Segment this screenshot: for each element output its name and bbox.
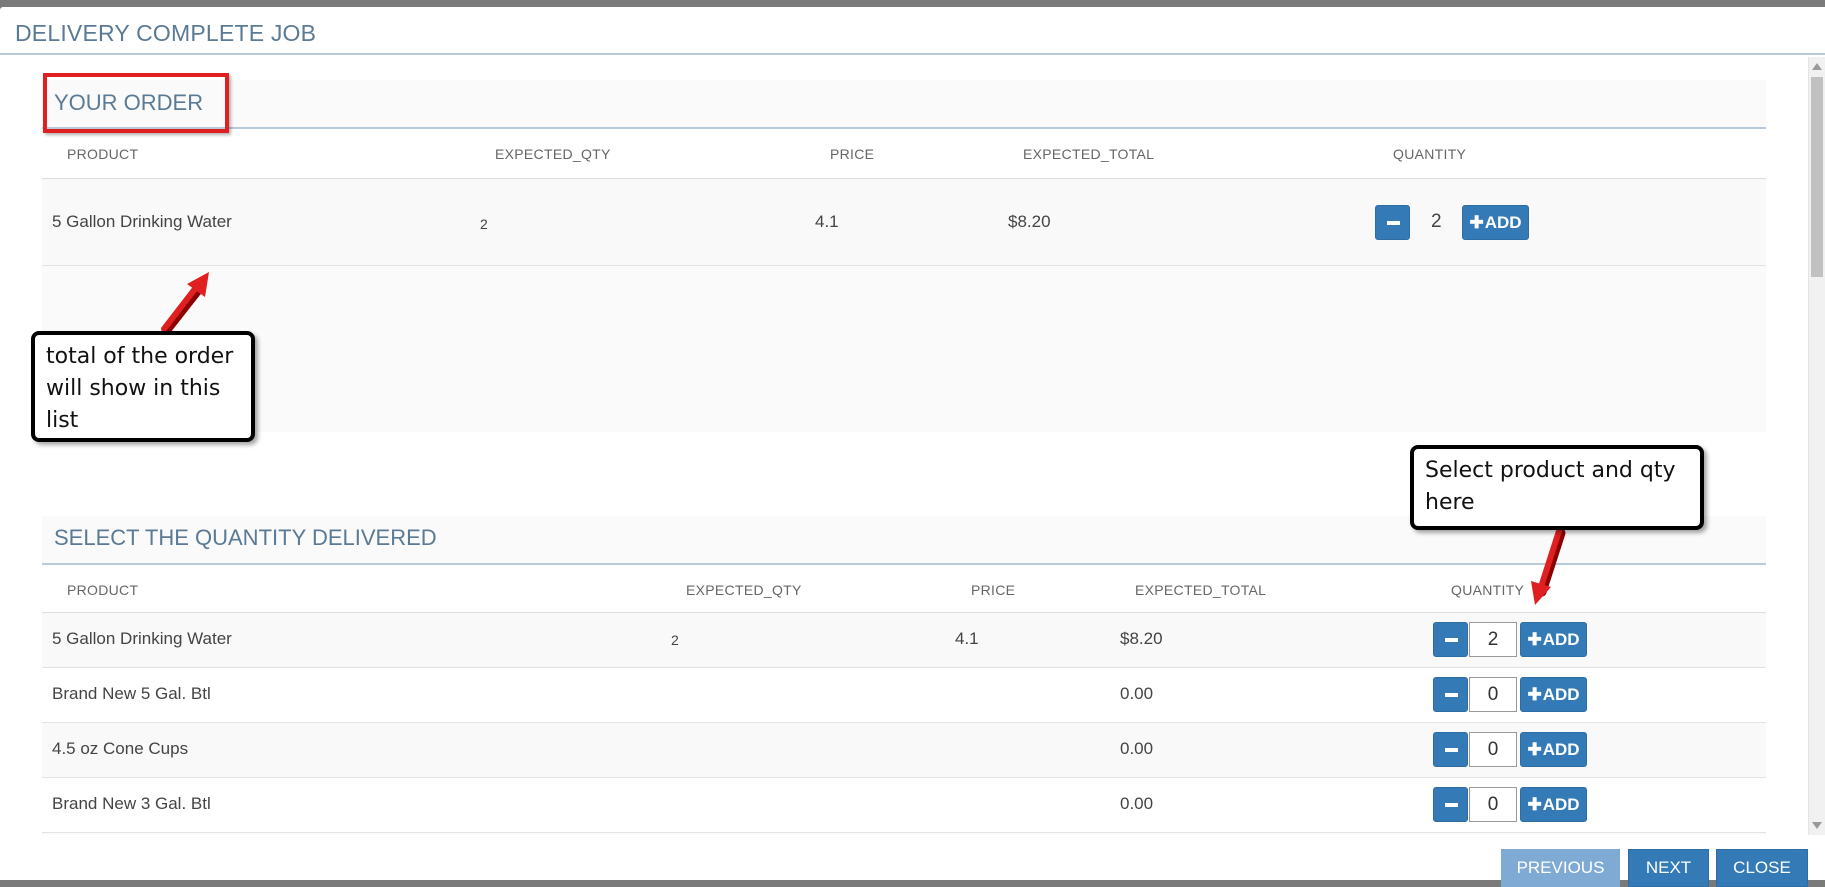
- vertical-scrollbar[interactable]: [1808, 57, 1825, 835]
- callout-order-total: total of the order will show in this lis…: [31, 331, 255, 442]
- modal-title: DELIVERY COMPLETE JOB: [15, 20, 317, 46]
- modal-body[interactable]: YOUR ORDER PRODUCT EXPECTED_QTY PRICE EX…: [0, 57, 1808, 835]
- callout-select-product: Select product and qty here: [1410, 445, 1704, 530]
- scroll-up-icon[interactable]: [1812, 63, 1822, 70]
- scrollbar-thumb[interactable]: [1811, 77, 1823, 277]
- close-button[interactable]: CLOSE: [1716, 849, 1808, 887]
- next-button[interactable]: NEXT: [1628, 849, 1709, 887]
- modal-header: DELIVERY COMPLETE JOB: [0, 7, 1825, 55]
- scroll-down-icon[interactable]: [1812, 822, 1822, 829]
- delivery-complete-modal: DELIVERY COMPLETE JOB YOUR ORDER PRODUCT…: [0, 7, 1825, 887]
- previous-button[interactable]: PREVIOUS: [1501, 849, 1620, 887]
- arrow-line: [161, 282, 201, 332]
